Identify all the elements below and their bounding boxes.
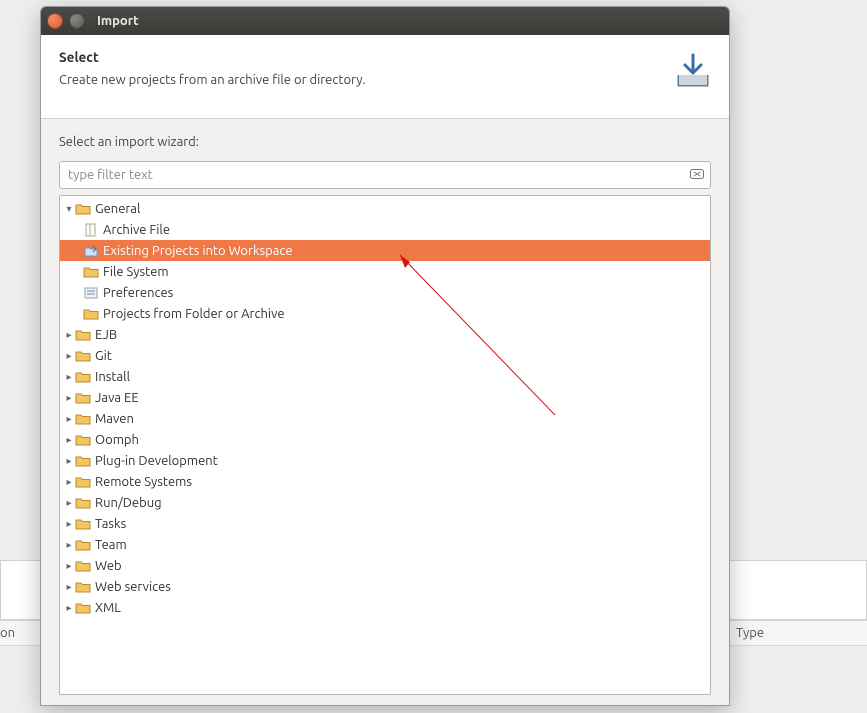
- tree-item-projects-folder-archive[interactable]: Projects from Folder or Archive: [60, 303, 710, 324]
- chevron-right-icon[interactable]: ▸: [64, 497, 74, 509]
- tree-label: EJB: [94, 328, 117, 342]
- chevron-right-icon[interactable]: ▸: [64, 602, 74, 614]
- clear-filter-icon[interactable]: [689, 166, 705, 186]
- chevron-right-icon[interactable]: ▸: [64, 581, 74, 593]
- archive-file-icon: [83, 223, 99, 237]
- tree-label: General: [94, 202, 140, 216]
- chevron-right-icon[interactable]: ▸: [64, 392, 74, 404]
- tree-item-web[interactable]: ▸ Web: [60, 555, 710, 576]
- chevron-right-icon[interactable]: ▸: [64, 329, 74, 341]
- tree-label: Existing Projects into Workspace: [102, 244, 293, 258]
- tree-item-preferences[interactable]: Preferences: [60, 282, 710, 303]
- tree-label: XML: [94, 601, 121, 615]
- folder-icon: [75, 454, 91, 468]
- folder-icon: [75, 349, 91, 363]
- chevron-right-icon[interactable]: ▸: [64, 560, 74, 572]
- folder-icon: [75, 475, 91, 489]
- dialog-body: Select an import wizard: ▾ General: [41, 119, 729, 706]
- tree-label: Git: [94, 349, 112, 363]
- tree-label: Web: [94, 559, 122, 573]
- chevron-right-icon[interactable]: ▸: [64, 476, 74, 488]
- chevron-right-icon[interactable]: ▸: [64, 350, 74, 362]
- tree-item-team[interactable]: ▸ Team: [60, 534, 710, 555]
- chevron-right-icon[interactable]: ▸: [64, 518, 74, 530]
- tree-label: File System: [102, 265, 169, 279]
- tree-item-web-services[interactable]: ▸ Web services: [60, 576, 710, 597]
- folder-icon: [75, 559, 91, 573]
- tree-label: Remote Systems: [94, 475, 192, 489]
- preferences-icon: [83, 286, 99, 300]
- tree-item-general[interactable]: ▾ General: [60, 198, 710, 219]
- folder-icon: [83, 307, 99, 321]
- chevron-right-icon[interactable]: ▸: [64, 455, 74, 467]
- folder-icon: [75, 391, 91, 405]
- chevron-right-icon[interactable]: ▸: [64, 539, 74, 551]
- tree-item-oomph[interactable]: ▸ Oomph: [60, 429, 710, 450]
- tree-label: Web services: [94, 580, 171, 594]
- tree-item-xml[interactable]: ▸ XML: [60, 597, 710, 618]
- window-title: Import: [97, 14, 139, 28]
- tree-item-archive-file[interactable]: Archive File: [60, 219, 710, 240]
- tree-label: Preferences: [102, 286, 173, 300]
- col-on: on: [0, 621, 15, 640]
- filter-input[interactable]: [59, 161, 711, 189]
- folder-icon: [75, 202, 91, 216]
- tree-item-remote-systems[interactable]: ▸ Remote Systems: [60, 471, 710, 492]
- tree-item-tasks[interactable]: ▸ Tasks: [60, 513, 710, 534]
- tree-item-existing-projects[interactable]: Existing Projects into Workspace: [60, 240, 710, 261]
- col-type: Type: [736, 621, 764, 640]
- titlebar[interactable]: Import: [41, 7, 729, 35]
- wizard-tree[interactable]: ▾ General Archive File Existing Projects: [59, 195, 711, 695]
- folder-icon: [83, 265, 99, 279]
- minimize-icon[interactable]: [69, 13, 85, 29]
- tree-label: Oomph: [94, 433, 139, 447]
- tree-item-run-debug[interactable]: ▸ Run/Debug: [60, 492, 710, 513]
- tree-item-git[interactable]: ▸ Git: [60, 345, 710, 366]
- wizard-label: Select an import wizard:: [59, 135, 711, 149]
- close-icon[interactable]: [47, 13, 63, 29]
- tree-item-ejb[interactable]: ▸ EJB: [60, 324, 710, 345]
- page-subtitle: Create new projects from an archive file…: [59, 73, 711, 87]
- import-icon: [671, 49, 715, 97]
- tree-item-install[interactable]: ▸ Install: [60, 366, 710, 387]
- tree-label: Archive File: [102, 223, 170, 237]
- tree-label: Team: [94, 538, 127, 552]
- chevron-right-icon[interactable]: ▸: [64, 371, 74, 383]
- tree-label: Plug-in Development: [94, 454, 218, 468]
- tree-label: Java EE: [94, 391, 139, 405]
- tree-label: Run/Debug: [94, 496, 162, 510]
- page-title: Select: [59, 49, 711, 65]
- tree-label: Install: [94, 370, 130, 384]
- folder-icon: [75, 433, 91, 447]
- chevron-down-icon[interactable]: ▾: [64, 203, 74, 215]
- chevron-right-icon[interactable]: ▸: [64, 434, 74, 446]
- folder-icon: [75, 517, 91, 531]
- tree-label: Tasks: [94, 517, 126, 531]
- project-import-icon: [83, 244, 99, 258]
- tree-label: Projects from Folder or Archive: [102, 307, 285, 321]
- folder-icon: [75, 580, 91, 594]
- tree-item-javaee[interactable]: ▸ Java EE: [60, 387, 710, 408]
- folder-icon: [75, 496, 91, 510]
- tree-label: Maven: [94, 412, 134, 426]
- folder-icon: [75, 538, 91, 552]
- folder-icon: [75, 328, 91, 342]
- folder-icon: [75, 601, 91, 615]
- import-dialog: Import Select Create new projects from a…: [40, 6, 730, 706]
- folder-icon: [75, 370, 91, 384]
- tree-item-maven[interactable]: ▸ Maven: [60, 408, 710, 429]
- filter-wrap: [59, 161, 711, 189]
- chevron-right-icon[interactable]: ▸: [64, 413, 74, 425]
- tree-item-plugin-development[interactable]: ▸ Plug-in Development: [60, 450, 710, 471]
- tree-item-file-system[interactable]: File System: [60, 261, 710, 282]
- dialog-header: Select Create new projects from an archi…: [41, 35, 729, 119]
- folder-icon: [75, 412, 91, 426]
